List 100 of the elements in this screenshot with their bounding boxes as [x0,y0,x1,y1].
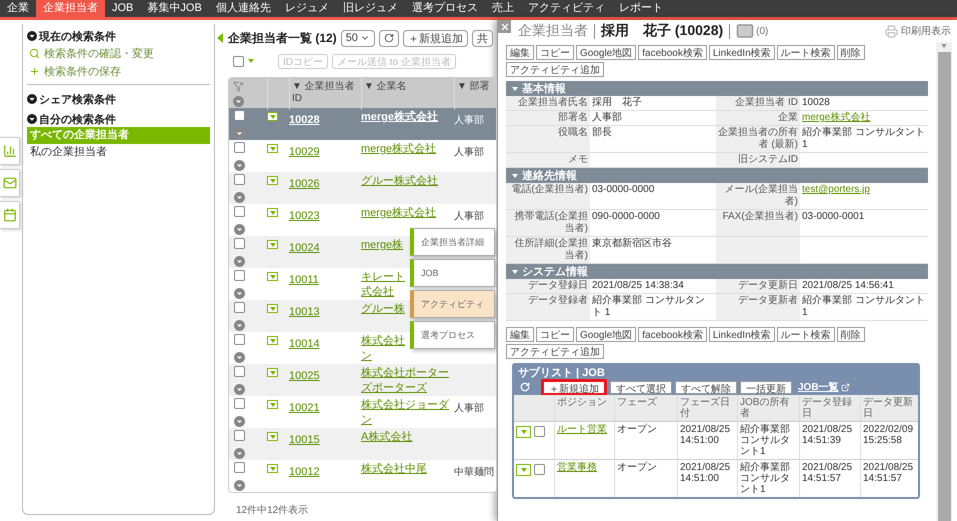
nav-tab[interactable]: 個人連絡先 [208,0,278,17]
row-checkbox[interactable] [234,302,245,313]
row-expand-icon[interactable] [234,160,245,171]
company-link[interactable]: ン [361,413,372,428]
sublist-button[interactable]: 一括更新 [740,380,792,394]
action-button[interactable]: ルート検索 [776,327,835,342]
id-link[interactable]: 10021 [289,402,320,414]
section-header[interactable]: 基本情報 [506,81,928,96]
id-link[interactable]: 10015 [289,434,320,446]
company-link[interactable]: 株式会社ジョーダ [361,398,449,413]
action-button[interactable]: ルート検索 [776,45,835,60]
company-link[interactable]: 株式会社ポーター [361,366,449,381]
menu-item[interactable]: JOB [410,259,495,287]
row-checkbox[interactable] [234,270,245,281]
refresh-icon[interactable] [520,382,530,392]
row-checkbox[interactable] [234,110,245,121]
dropdown-button[interactable] [516,464,531,476]
dropdown-button[interactable] [516,426,531,438]
sidebar-item[interactable]: すべての企業担当者 [27,127,210,144]
action-button[interactable]: LinkedIn検索 [708,327,775,342]
dropdown-button[interactable] [267,368,278,377]
company-link[interactable]: merge株 [361,238,404,253]
id-link[interactable]: 10011 [289,274,319,286]
row-expand-icon[interactable] [234,128,245,139]
section-header[interactable]: システム情報 [506,264,928,279]
action-button[interactable]: コピー [536,45,574,60]
position-link[interactable]: 営業事務 [557,462,597,473]
id-link[interactable]: 10013 [289,306,320,318]
row-expand-icon[interactable] [234,192,245,203]
toolbar-button[interactable]: 共 [472,30,493,46]
id-link[interactable]: 10029 [289,146,320,158]
position-link[interactable]: ルート営業 [557,424,607,435]
company-link[interactable]: merge株式会社 [361,110,438,125]
dropdown-button[interactable] [267,272,278,281]
row-checkbox[interactable] [234,398,245,409]
row-expand-icon[interactable] [234,288,245,299]
select-all-checkbox[interactable] [233,56,244,66]
nav-tab[interactable]: JOB [105,0,140,17]
row-checkbox[interactable] [534,426,545,437]
dropdown-button[interactable] [267,400,278,409]
company-link[interactable]: 株式会社中尾 [361,462,427,477]
company-link[interactable]: グルー株式会社 [361,174,438,189]
job-list-link[interactable]: JOB一覧 [798,380,850,394]
filter-off-icon[interactable] [233,81,244,92]
dropdown-button[interactable] [267,464,278,473]
row-checkbox[interactable] [234,366,245,377]
row-checkbox[interactable] [234,174,245,185]
id-link[interactable]: 10012 [289,466,320,478]
id-link[interactable]: 10014 [289,338,320,350]
nav-tab[interactable]: 募集中JOB [140,0,209,17]
dropdown-button[interactable] [267,176,278,185]
table-row[interactable]: 10028 merge株式会社 人事部 [229,108,496,140]
row-checkbox[interactable] [534,464,545,475]
company-link[interactable]: A株式会社 [361,430,412,445]
row-expand-icon[interactable] [233,96,244,107]
id-link[interactable]: 10025 [289,370,320,382]
nav-tab[interactable]: 旧レジュメ [336,0,405,17]
menu-item[interactable]: アクティビティ [410,290,495,318]
table-row[interactable]: 10025 株式会社ポーター ズポーターズ [229,364,496,396]
action-button[interactable]: facebook検索 [638,327,707,342]
row-expand-icon[interactable] [234,448,245,459]
id-link[interactable]: 10026 [289,178,320,190]
id-link[interactable]: 10024 [289,242,320,254]
row-expand-icon[interactable] [234,320,245,331]
row-checkbox[interactable] [234,142,245,153]
row-checkbox[interactable] [234,206,245,217]
action-button[interactable]: コピー [536,327,574,342]
nav-tab[interactable]: 企業 [0,0,36,17]
action-button[interactable]: Google地図 [576,45,636,60]
row-checkbox[interactable] [234,334,245,345]
toolbar-button[interactable]: ＋新規追加 [402,30,468,46]
company-link[interactable]: 株式会社 [361,334,405,349]
row-expand-icon[interactable] [234,256,245,267]
company-link[interactable]: 式会社 [361,285,394,300]
action-button[interactable]: 編集 [506,327,534,342]
field-link[interactable]: test@porters.jp [800,183,928,197]
table-row[interactable]: 10026 グルー株式会社 [229,172,496,204]
chart-icon[interactable] [0,137,20,165]
sidebar-item[interactable]: 私の企業担当者 [27,144,210,161]
dropdown-button[interactable] [267,240,278,249]
row-expand-icon[interactable] [234,384,245,395]
action-button[interactable]: 削除 [836,45,865,60]
dropdown-button[interactable] [267,304,278,313]
dropdown-button[interactable] [267,208,278,217]
action-button[interactable]: facebook検索 [638,45,707,60]
row-expand-icon[interactable] [234,480,245,491]
id-link[interactable]: 10028 [289,114,320,126]
sidebar-link[interactable]: 検索条件の保存 [27,62,210,80]
action-button[interactable]: LinkedIn検索 [708,45,775,60]
nav-tab[interactable]: アクティビティ [520,0,612,17]
row-expand-icon[interactable] [234,224,245,235]
sublist-button[interactable]: すべて選択 [610,380,672,394]
table-row[interactable]: 10015 A株式会社 [229,428,496,460]
menu-item[interactable]: 企業担当者詳細 [410,228,495,256]
company-link[interactable]: グルー株 [361,302,405,317]
sublist-button[interactable]: ＋新規追加 [541,378,607,396]
nav-tab[interactable]: レポート [612,0,670,17]
nav-tab[interactable]: 選考プロセス [404,0,485,17]
company-link[interactable]: ズポーターズ [361,381,427,396]
action-button[interactable]: Google地図 [576,327,636,342]
